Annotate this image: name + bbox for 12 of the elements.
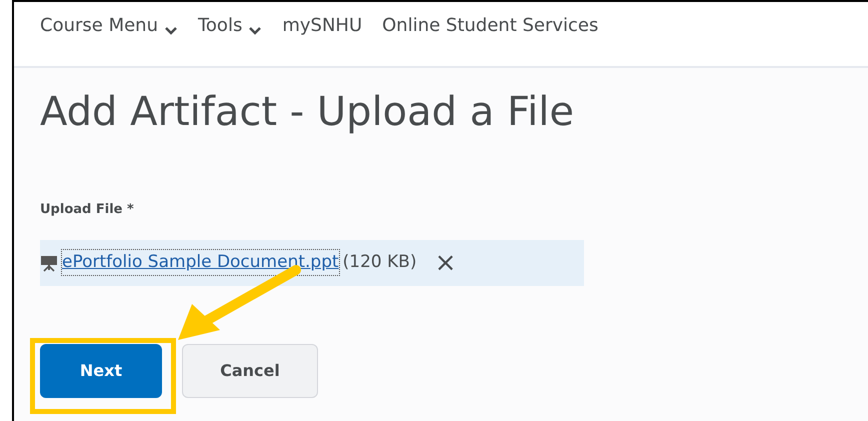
nav-menu-link[interactable]: Online Student Services — [382, 12, 598, 66]
nav-menu-link[interactable]: mySNHU — [282, 12, 362, 66]
file-link[interactable]: ePortfolio Sample Document.ppt — [62, 250, 339, 276]
presentation-icon — [40, 254, 58, 272]
next-button[interactable]: Next — [40, 344, 162, 398]
file-size: (120 KB) — [342, 250, 417, 274]
remove-file-button[interactable]: × — [434, 250, 456, 276]
page-title: Add Artifact - Upload a File — [40, 88, 575, 136]
cancel-button[interactable]: Cancel — [182, 344, 318, 398]
nav-menu-link[interactable]: Tools — [198, 12, 262, 66]
nav-menu-link[interactable]: Course Menu — [40, 12, 178, 66]
field-label: Upload File * — [40, 201, 135, 219]
